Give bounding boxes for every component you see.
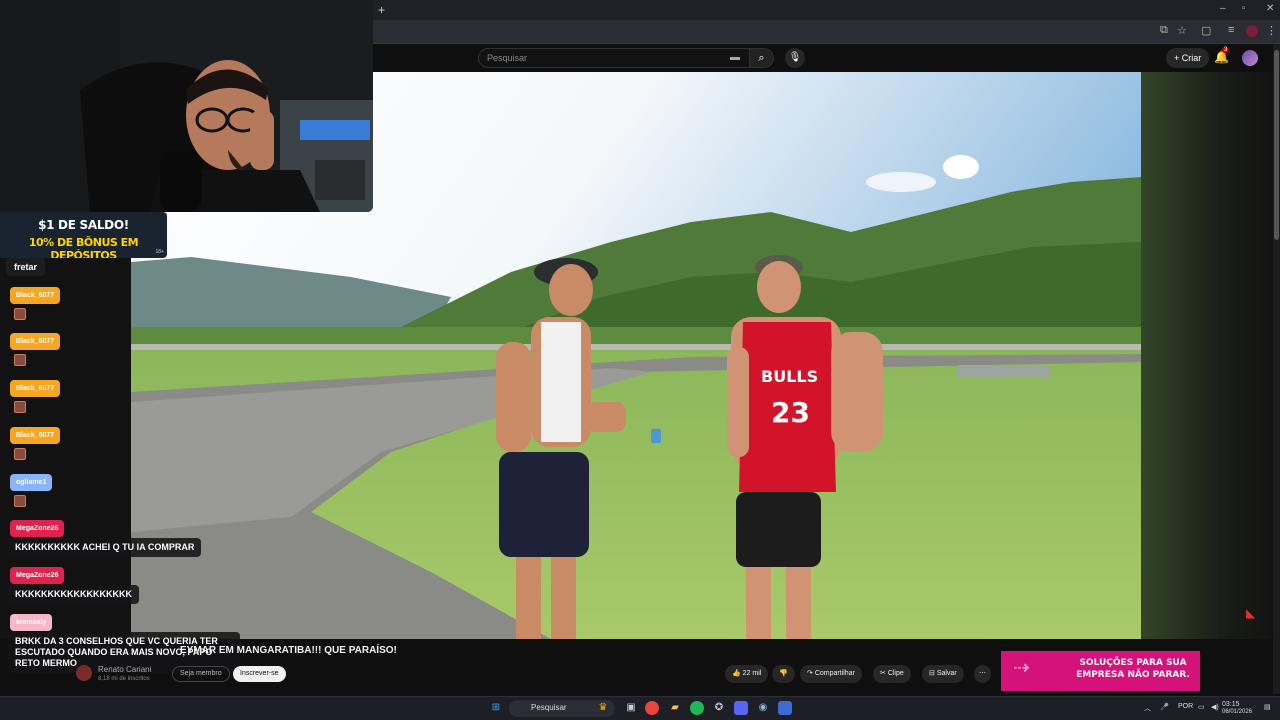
chat-username: Black_6077 bbox=[10, 287, 61, 304]
notification-center-icon[interactable]: ▤ bbox=[1264, 703, 1271, 711]
keyboard-icon[interactable]: ▬ bbox=[730, 52, 740, 63]
subscribe-button[interactable]: Inscrever-se bbox=[233, 666, 286, 682]
channel-name[interactable]: Renato Cariani bbox=[98, 665, 151, 674]
chat-emote-icon bbox=[14, 495, 26, 507]
share-button[interactable]: ↷ Compartilhar bbox=[800, 665, 862, 683]
cast-icon[interactable]: ⧉ bbox=[1160, 24, 1168, 37]
file-explorer-icon[interactable]: ▰ bbox=[668, 701, 682, 715]
ad-text: SOLUÇÕES PARA SUA EMPRESA NÃO PARAR. bbox=[1076, 658, 1190, 680]
maximize-button[interactable]: ▫ bbox=[1242, 3, 1246, 14]
clock-time[interactable]: 03:15 bbox=[1222, 701, 1240, 708]
clock-date[interactable]: 06/01/2026 bbox=[1222, 709, 1252, 715]
voice-search-button[interactable]: 🎙 bbox=[785, 48, 805, 68]
scissors-icon: ✂ bbox=[880, 670, 888, 677]
chat-emote-icon bbox=[14, 448, 26, 460]
close-window-button[interactable]: ✕ bbox=[1266, 3, 1274, 14]
chat-username: MegaZone26 bbox=[10, 567, 65, 584]
search-icon: ⌕ bbox=[758, 52, 765, 64]
chat-username: ogliame1 bbox=[10, 474, 53, 491]
chat-message: KKKKKKKKKK ACHEI Q TU IA COMPRAR bbox=[8, 538, 202, 557]
jersey-number: 23 bbox=[771, 396, 810, 429]
network-icon[interactable]: ▭ bbox=[1198, 703, 1205, 711]
chat-message-top: fretar bbox=[6, 258, 46, 276]
steam-icon[interactable]: ◉ bbox=[756, 701, 770, 715]
app-icon[interactable] bbox=[778, 701, 792, 715]
dislike-button[interactable]: 👎 bbox=[772, 665, 795, 683]
minimize-button[interactable]: – bbox=[1220, 3, 1226, 14]
windows-taskbar: ⊞ ⌕ Pesquisar ♛ ▣ ▰ ✪ ◉ ︿ 🎤 POR ▭ ◀) 03:… bbox=[0, 696, 1280, 720]
spotify-icon[interactable] bbox=[690, 701, 704, 715]
promo-headline: $1 DE SALDO! bbox=[38, 218, 129, 232]
search-input[interactable]: Pesquisar bbox=[478, 48, 750, 68]
bookmark-star-icon[interactable]: ☆ bbox=[1177, 24, 1187, 37]
scrollbar-thumb[interactable] bbox=[1274, 50, 1279, 240]
account-avatar[interactable] bbox=[1242, 50, 1258, 66]
chat-emote-icon bbox=[14, 354, 26, 366]
promo-banner[interactable]: $1 DE SALDO! 10% DE BÔNUS EM DEPÓSITOS 1… bbox=[0, 212, 167, 258]
chat-message: KKKKKKKKKKKKKKKKKK bbox=[8, 585, 139, 604]
video-title: EYMAR EM MANGARATIBA!!! QUE PARAÍSO! bbox=[180, 645, 397, 656]
chat-emote-icon bbox=[14, 401, 26, 413]
share-label: Compartilhar bbox=[814, 670, 855, 677]
mic-icon: 🎙 bbox=[788, 52, 802, 63]
game-launcher-icon[interactable]: ✪ bbox=[712, 701, 726, 715]
chat-username: kremaaly bbox=[10, 614, 53, 631]
webcam-frame bbox=[0, 0, 373, 212]
jersey-text: BULLS bbox=[761, 367, 818, 386]
age-badge: 18+ bbox=[155, 249, 164, 255]
plus-icon: + bbox=[1174, 53, 1182, 63]
create-label: Criar bbox=[1181, 53, 1202, 63]
side-panel bbox=[1141, 72, 1273, 639]
chat-emote-icon bbox=[14, 308, 26, 320]
language-indicator[interactable]: POR bbox=[1178, 703, 1193, 710]
clip-label: Clipe bbox=[887, 670, 904, 677]
clip-button[interactable]: ✂ Clipe bbox=[873, 665, 911, 683]
chat-username: MegaZone26 bbox=[10, 520, 65, 537]
extensions-icon[interactable]: ▢ bbox=[1201, 24, 1211, 37]
sidebar-icon[interactable]: ≡ bbox=[1228, 24, 1234, 36]
volume-icon[interactable]: ◀) bbox=[1211, 703, 1219, 711]
save-button[interactable]: ⊟ Salvar bbox=[922, 665, 964, 683]
create-button[interactable]: + Criar bbox=[1166, 48, 1210, 68]
search-button[interactable]: ⌕ bbox=[750, 48, 774, 68]
tray-mic-icon[interactable]: 🎤 bbox=[1160, 703, 1169, 711]
thumbs-up-icon: 👍 bbox=[732, 670, 743, 677]
like-count: 22 mil bbox=[742, 670, 762, 677]
bookmark-icon: ⊟ bbox=[929, 670, 937, 677]
arrow-graphic-icon: ⇢ bbox=[1013, 657, 1030, 679]
thumbs-down-icon: 👎 bbox=[779, 670, 788, 677]
like-button[interactable]: 👍 22 mil bbox=[725, 665, 769, 683]
join-member-button[interactable]: Seja membro bbox=[172, 666, 230, 682]
channel-logo-icon: ◣ bbox=[1246, 606, 1256, 620]
ad-banner[interactable]: ⇢ SOLUÇÕES PARA SUA EMPRESA NÃO PARAR. bbox=[1001, 651, 1200, 691]
chat-username: Black_6077 bbox=[10, 333, 61, 350]
tray-chevron-icon[interactable]: ︿ bbox=[1144, 703, 1151, 713]
promo-subline: 10% DE BÔNUS EM DEPÓSITOS bbox=[28, 236, 139, 258]
profile-avatar[interactable] bbox=[1246, 25, 1258, 37]
share-icon: ↷ bbox=[807, 670, 815, 677]
subscriber-count: 8,18 mi de inscritos bbox=[98, 676, 150, 682]
chat-username: Black_6077 bbox=[10, 427, 61, 444]
windows-start-icon[interactable]: ⊞ bbox=[489, 701, 503, 715]
menu-icon[interactable]: ⋮ bbox=[1266, 24, 1277, 37]
discord-icon[interactable] bbox=[734, 701, 748, 715]
chrome-icon[interactable] bbox=[645, 701, 659, 715]
webcam-overlay bbox=[0, 0, 373, 212]
more-actions-button[interactable]: ⋯ bbox=[974, 665, 991, 683]
channel-avatar[interactable] bbox=[76, 665, 92, 681]
chat-username: Black_6077 bbox=[10, 380, 61, 397]
save-label: Salvar bbox=[936, 670, 957, 677]
task-view-icon[interactable]: ▣ bbox=[624, 701, 638, 715]
new-tab-button[interactable]: + bbox=[378, 3, 385, 17]
crown-widget-icon[interactable]: ♛ bbox=[596, 701, 610, 715]
